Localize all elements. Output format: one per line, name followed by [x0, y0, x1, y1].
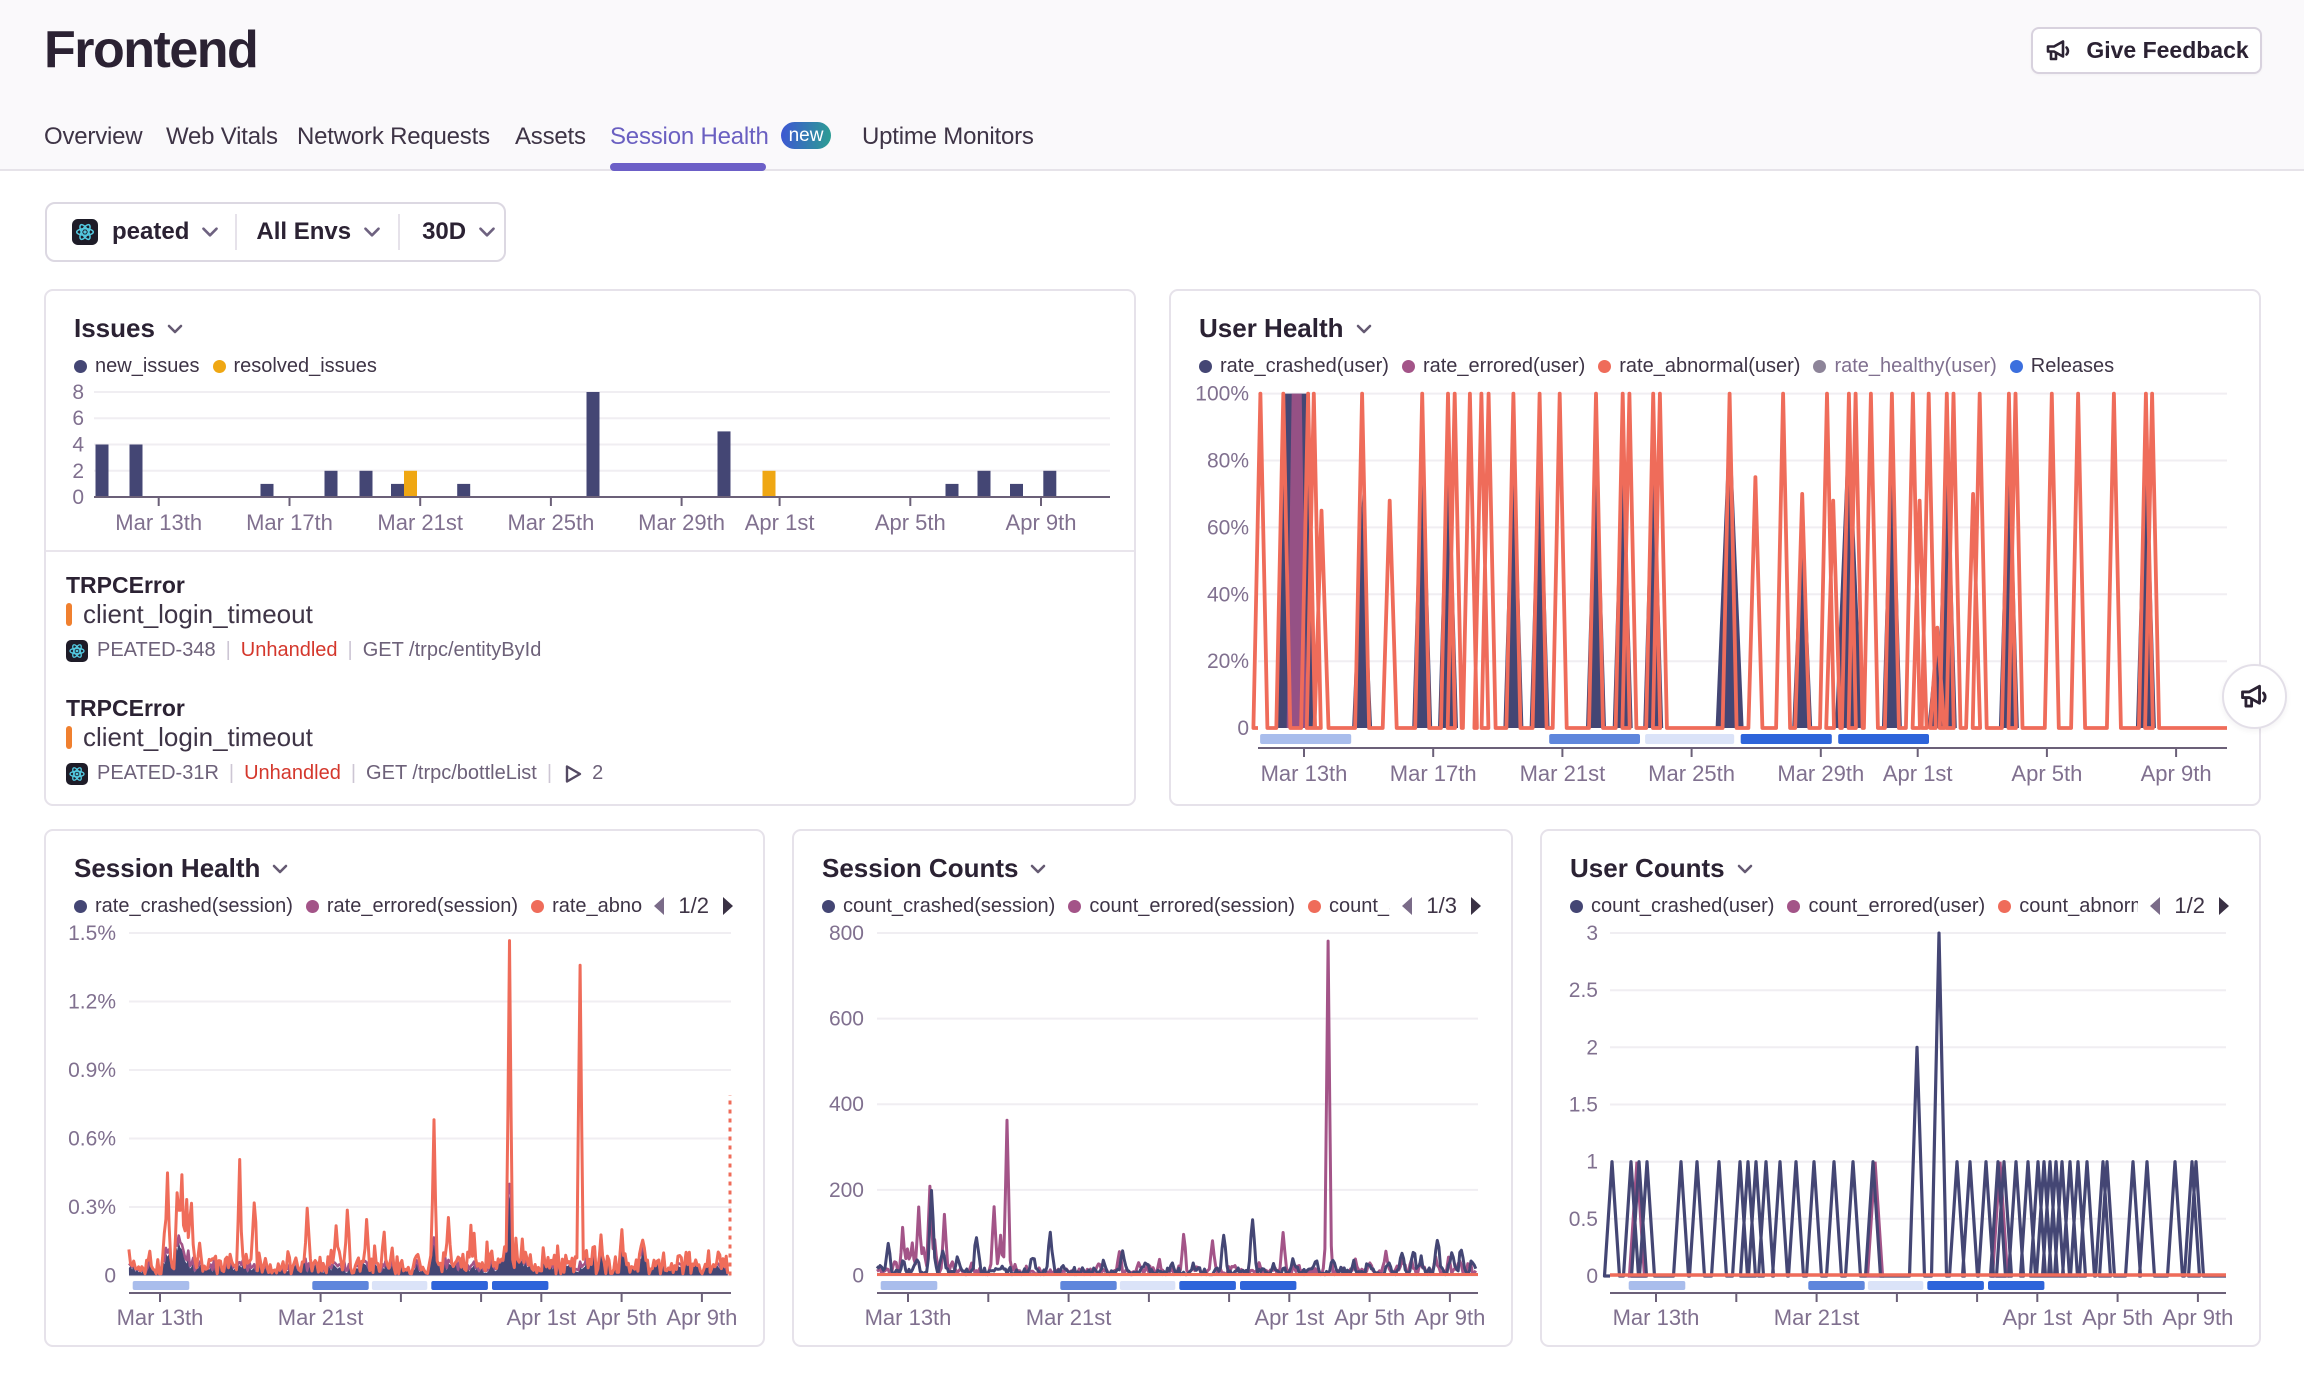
- svg-text:0.9%: 0.9%: [68, 1059, 116, 1082]
- svg-text:4: 4: [72, 434, 84, 457]
- svg-text:Mar 25th: Mar 25th: [507, 510, 594, 535]
- svg-text:Apr 5th: Apr 5th: [2011, 761, 2082, 786]
- svg-text:Mar 13th: Mar 13th: [117, 1305, 204, 1330]
- svg-text:Apr 5th: Apr 5th: [586, 1305, 657, 1330]
- svg-text:2.5: 2.5: [1569, 979, 1598, 1002]
- svg-text:1: 1: [1586, 1151, 1598, 1174]
- svg-text:6: 6: [72, 407, 84, 430]
- svg-text:Apr 1st: Apr 1st: [506, 1305, 576, 1330]
- svg-text:2: 2: [72, 460, 84, 483]
- svg-text:0: 0: [72, 486, 84, 509]
- svg-text:Mar 21st: Mar 21st: [377, 510, 463, 535]
- svg-text:Apr 1st: Apr 1st: [745, 510, 815, 535]
- svg-text:60%: 60%: [1207, 516, 1249, 539]
- svg-text:800: 800: [829, 922, 864, 945]
- svg-text:Mar 13th: Mar 13th: [865, 1305, 952, 1330]
- svg-text:Apr 9th: Apr 9th: [2162, 1305, 2233, 1330]
- svg-text:3: 3: [1586, 922, 1598, 945]
- svg-text:1.2%: 1.2%: [68, 991, 116, 1014]
- svg-text:0: 0: [104, 1265, 116, 1288]
- svg-text:8: 8: [72, 381, 84, 404]
- svg-text:Mar 21st: Mar 21st: [1774, 1305, 1860, 1330]
- svg-text:Mar 21st: Mar 21st: [1026, 1305, 1112, 1330]
- svg-text:200: 200: [829, 1179, 864, 1202]
- svg-text:Mar 25th: Mar 25th: [1648, 761, 1735, 786]
- svg-text:Mar 17th: Mar 17th: [246, 510, 333, 535]
- svg-text:0: 0: [1237, 717, 1249, 740]
- svg-text:Apr 1st: Apr 1st: [1883, 761, 1953, 786]
- svg-text:100%: 100%: [1195, 383, 1249, 406]
- svg-text:Mar 13th: Mar 13th: [1261, 761, 1348, 786]
- svg-text:Mar 13th: Mar 13th: [1613, 1305, 1700, 1330]
- svg-text:Mar 13th: Mar 13th: [115, 510, 202, 535]
- svg-text:0.5: 0.5: [1569, 1208, 1598, 1231]
- svg-text:Apr 9th: Apr 9th: [666, 1305, 737, 1330]
- svg-text:Apr 1st: Apr 1st: [2002, 1305, 2072, 1330]
- svg-text:Apr 5th: Apr 5th: [2082, 1305, 2153, 1330]
- svg-text:0: 0: [852, 1265, 864, 1288]
- svg-text:Apr 5th: Apr 5th: [875, 510, 946, 535]
- svg-text:Mar 17th: Mar 17th: [1390, 761, 1477, 786]
- svg-text:Apr 9th: Apr 9th: [2141, 761, 2212, 786]
- svg-text:2: 2: [1586, 1036, 1598, 1059]
- svg-text:Apr 9th: Apr 9th: [1414, 1305, 1485, 1330]
- svg-text:0.3%: 0.3%: [68, 1196, 116, 1219]
- svg-text:Mar 21st: Mar 21st: [1520, 761, 1606, 786]
- svg-text:20%: 20%: [1207, 650, 1249, 673]
- svg-text:0: 0: [1586, 1265, 1598, 1288]
- svg-text:Mar 29th: Mar 29th: [638, 510, 725, 535]
- svg-text:Mar 21st: Mar 21st: [278, 1305, 364, 1330]
- svg-text:Mar 29th: Mar 29th: [1777, 761, 1864, 786]
- svg-text:0.6%: 0.6%: [68, 1128, 116, 1151]
- svg-text:Apr 1st: Apr 1st: [1254, 1305, 1324, 1330]
- svg-text:40%: 40%: [1207, 583, 1249, 606]
- svg-text:1.5: 1.5: [1569, 1094, 1598, 1117]
- svg-text:400: 400: [829, 1093, 864, 1116]
- svg-text:600: 600: [829, 1008, 864, 1031]
- svg-text:Apr 5th: Apr 5th: [1334, 1305, 1405, 1330]
- svg-text:80%: 80%: [1207, 450, 1249, 473]
- svg-text:1.5%: 1.5%: [68, 922, 116, 945]
- svg-text:Apr 9th: Apr 9th: [1006, 510, 1077, 535]
